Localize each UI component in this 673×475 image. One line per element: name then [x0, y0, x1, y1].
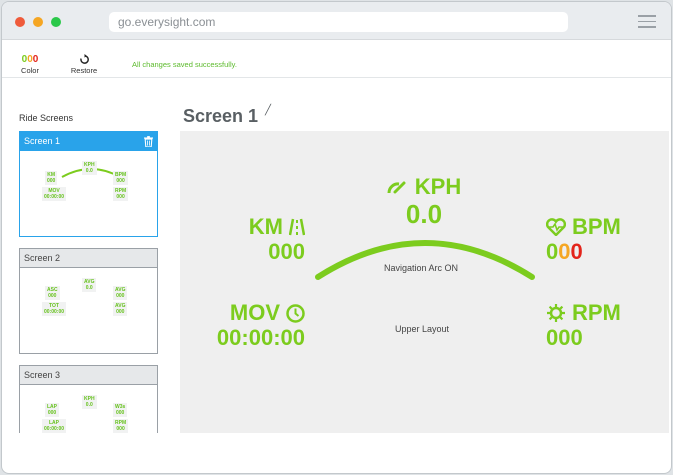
mini-widget: TOT 00:00:00 [42, 302, 67, 316]
moving-time-widget[interactable]: MOV 00:00:00 [188, 301, 305, 351]
cadence-value: 000 [546, 325, 583, 350]
screen-thumbnail-header: Screen 2 [20, 249, 157, 268]
mini-widget-value: 000 [116, 178, 125, 184]
mini-widget: KPH 0.0 [82, 161, 97, 175]
screen-thumbnail-title: Screen 2 [24, 253, 61, 263]
moving-time-value: 00:00:00 [216, 325, 305, 350]
mini-widget-value: 000 [116, 293, 125, 299]
heart-rate-widget-label: BPM [546, 215, 646, 239]
mini-widget: KM 000 [45, 171, 58, 185]
gear-icon [547, 304, 565, 322]
screen-title: Screen 1 [183, 106, 259, 126]
restore-icon [69, 54, 99, 66]
screen-thumbnail-2[interactable]: Screen 2 ASC 000 AVG 0.0 AVG 000 TOT 00:00:0… [19, 248, 158, 354]
screen-thumbnail-header: Screen 1 [20, 132, 157, 151]
heart-rate-digit-2: 0 [558, 239, 571, 264]
mini-widget-value: 0.0 [85, 285, 93, 291]
screen-thumbnail-header: Screen 3 [20, 366, 157, 385]
mini-widget-value: 00:00:00 [44, 309, 65, 315]
clock-icon [286, 303, 305, 323]
mini-widget-value: 000 [48, 293, 57, 299]
layout-caption: Upper Layout [395, 324, 450, 334]
mini-widget-value: 00:00:00 [44, 194, 65, 200]
screen-thumbnail-preview: LAP 000 KPH 0.0 W3s 000 LAP 00:00:00 RPM 000 [20, 385, 157, 433]
mini-widget: LAP 00:00:00 [42, 419, 67, 433]
speedometer-icon [387, 181, 406, 194]
mini-widget: MOV 00:00:00 [42, 187, 67, 201]
speed-value: 0.0 [405, 199, 443, 229]
minimize-window-button[interactable] [33, 17, 43, 27]
mini-widget: BPM 000 [113, 171, 129, 185]
mini-widget-value: 000 [116, 426, 125, 432]
address-bar[interactable]: go.everysight.com [109, 12, 568, 32]
mini-widget-value: 0.0 [85, 402, 93, 408]
ride-screens-list: Screen 1 KM 000 KPH 0.0 BPM 000 MOV 00:00:00… [19, 131, 159, 433]
mini-widget: RPM 000 [113, 419, 129, 433]
distance-widget-label: KM [233, 215, 305, 239]
moving-time-label: MOV [229, 300, 280, 325]
heart-rate-label: BPM [572, 214, 621, 239]
mini-widget-value: 000 [115, 410, 125, 416]
mini-widget-value: 00:00:00 [44, 426, 65, 432]
road-icon [289, 218, 305, 236]
mini-widget: ASC 000 [45, 286, 60, 300]
mini-widget-value: 0.0 [85, 168, 93, 174]
navigation-arc[interactable] [314, 231, 536, 283]
distance-widget[interactable]: KM 000 [233, 215, 305, 265]
color-digit-3: 0 [32, 54, 39, 65]
screen-layout-canvas: KPH 0.0 KM 000 BPM 000 Navigation Arc ON… [180, 131, 669, 433]
save-status-message: All changes saved successfully. [132, 60, 237, 69]
close-window-button[interactable] [15, 17, 25, 27]
mini-widget-value: 000 [47, 178, 56, 184]
mini-widget: AVG 000 [113, 302, 128, 316]
ride-screens-heading: Ride Screens [19, 113, 74, 123]
cadence-label: RPM [572, 300, 621, 325]
heart-rate-digit-3: 0 [570, 239, 583, 264]
speed-label: KPH [414, 174, 462, 199]
color-button[interactable]: 000 Color [19, 54, 41, 75]
screen-thumbnail-title: Screen 1 [24, 136, 61, 146]
restore-button[interactable]: Restore [69, 54, 99, 75]
browser-titlebar: go.everysight.com [2, 2, 671, 40]
heart-rate-value: 000 [546, 239, 646, 265]
mini-widget: RPM 000 [113, 187, 129, 201]
speed-widget[interactable]: KPH 0.0 [378, 175, 470, 229]
mini-widget: AVG 000 [113, 286, 128, 300]
mini-widget: AVG 0.0 [82, 278, 97, 292]
mini-widget: KPH 0.0 [82, 395, 97, 409]
trash-icon[interactable] [144, 136, 153, 147]
hamburger-menu-icon[interactable] [638, 15, 656, 28]
cadence-widget-label: RPM [546, 301, 646, 325]
mini-widget: LAP 000 [45, 403, 59, 417]
screen-thumbnail-preview: KM 000 KPH 0.0 BPM 000 MOV 00:00:00 RPM 000 [20, 151, 157, 236]
heart-pulse-icon [546, 218, 566, 236]
restore-label: Restore [70, 66, 98, 75]
moving-time-widget-label: MOV [188, 301, 305, 325]
mini-widget-value: 000 [47, 410, 57, 416]
speed-widget-label: KPH [378, 175, 470, 199]
distance-value: 000 [268, 239, 305, 264]
screen-thumbnail-preview: ASC 000 AVG 0.0 AVG 000 TOT 00:00:00 AVG 000 [20, 268, 157, 353]
heart-rate-widget[interactable]: BPM 000 [546, 215, 646, 265]
mini-widget-value: 000 [116, 194, 125, 200]
navigation-arc-caption: Navigation Arc ON [384, 263, 459, 273]
editor-toolbar: 000 Color Restore All changes saved succ… [2, 41, 671, 78]
color-digits-icon: 000 [19, 54, 41, 66]
heart-rate-digit-1: 0 [546, 239, 559, 264]
mini-widget: W3s 000 [113, 403, 128, 417]
screen-thumbnail-3[interactable]: Screen 3 LAP 000 KPH 0.0 W3s 000 LAP 00:00:0… [19, 365, 158, 433]
distance-label: KM [248, 214, 283, 239]
screen-thumbnail-title: Screen 3 [24, 370, 61, 380]
browser-window: go.everysight.com 000 Color Restore All … [1, 1, 672, 474]
pencil-icon[interactable]: ╱ [265, 105, 271, 116]
color-label: Color [21, 66, 39, 75]
mini-widget-value: 000 [116, 309, 125, 315]
cadence-widget[interactable]: RPM 000 [546, 301, 646, 351]
maximize-window-button[interactable] [51, 17, 61, 27]
screen-thumbnail-1[interactable]: Screen 1 KM 000 KPH 0.0 BPM 000 MOV 00:00:00… [19, 131, 158, 237]
